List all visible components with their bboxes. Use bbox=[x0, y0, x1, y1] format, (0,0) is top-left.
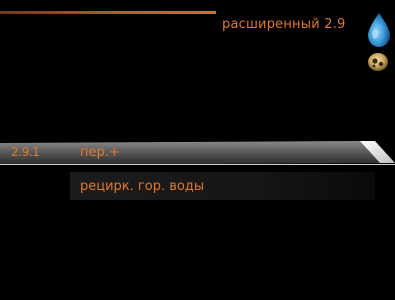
menu-item[interactable]: рецирк. гор. воды bbox=[70, 172, 375, 200]
menu-item-selected[interactable]: 2.9.1 пер.+ bbox=[0, 141, 395, 165]
menu-title: расширенный 2.9 bbox=[222, 17, 346, 32]
menu-item-number: 2.9.1 bbox=[11, 145, 40, 159]
display-screen: расширенный 2.9 2.9.1 пер.+ рецирк. гор.… bbox=[0, 0, 395, 300]
menu-item-label: пер.+ bbox=[80, 145, 120, 160]
selection-bar bbox=[0, 141, 395, 165]
menu-item-label: рецирк. гор. воды bbox=[80, 179, 205, 194]
water-drop-icon bbox=[368, 13, 390, 47]
header-divider bbox=[0, 11, 216, 14]
compressor-icon bbox=[368, 53, 388, 71]
